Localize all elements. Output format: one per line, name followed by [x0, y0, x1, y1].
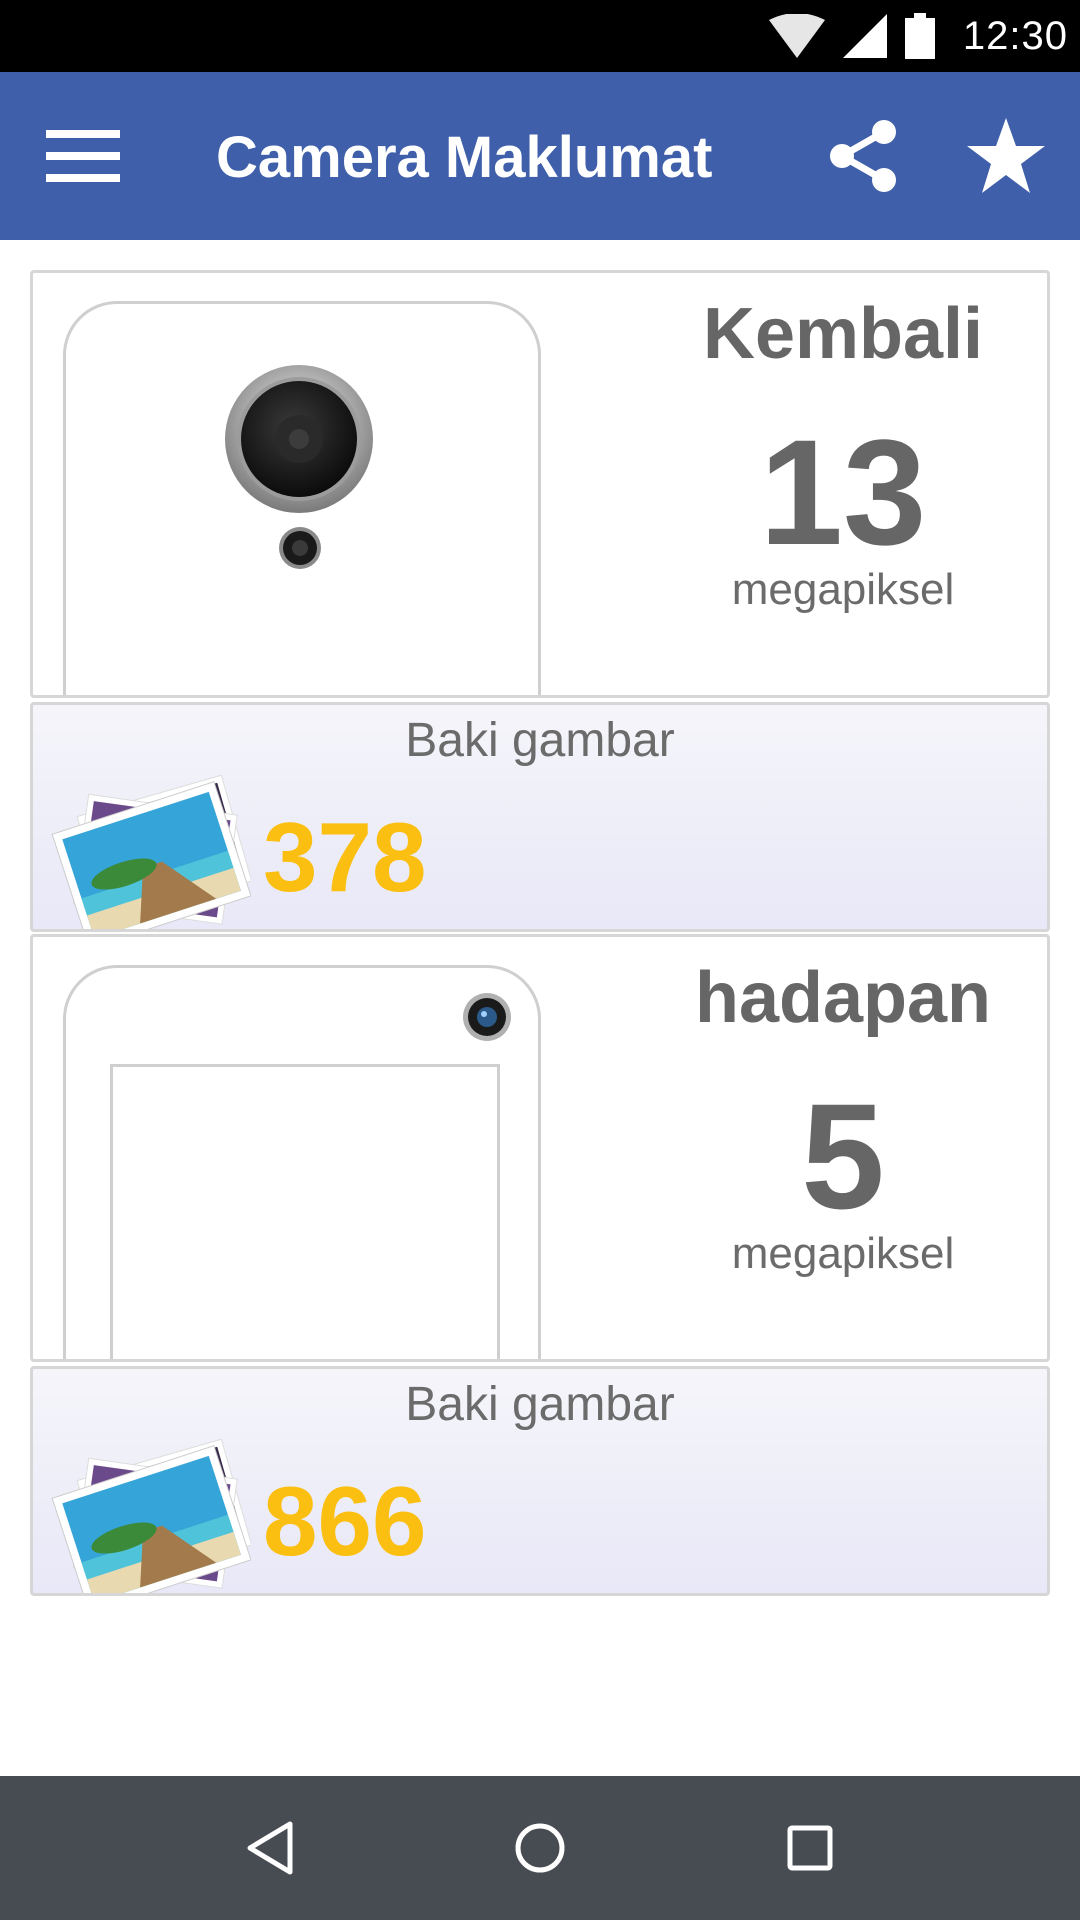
flash-icon	[279, 527, 321, 569]
rear-camera-card[interactable]: Kembali 13 megapiksel	[30, 270, 1050, 698]
photo-capacity-label: Baki gambar	[405, 714, 675, 767]
front-camera-card[interactable]: hadapan 5 megapiksel	[30, 934, 1050, 1362]
back-icon	[247, 1821, 293, 1875]
camera-label: Kembali	[702, 294, 984, 374]
recents-icon	[787, 1825, 833, 1871]
menu-icon	[46, 130, 120, 182]
battery-icon	[904, 13, 935, 59]
status-icons: 12:30	[768, 0, 1068, 72]
phone-screen-outline	[110, 1064, 500, 1359]
app-bar: Camera Maklumat	[0, 72, 1080, 240]
front-photo-capacity-card[interactable]: Baki gambar 866	[30, 1366, 1050, 1596]
favorite-button[interactable]	[966, 116, 1046, 196]
photo-capacity-count: 378	[263, 802, 427, 912]
front-camera-lens-icon	[463, 993, 511, 1041]
phone-front-illustration	[63, 965, 541, 1359]
megapixel-value: 13	[759, 408, 927, 576]
wifi-icon	[768, 14, 825, 58]
camera-label: hadapan	[694, 958, 992, 1038]
photo-capacity-count: 866	[263, 1466, 427, 1576]
star-icon	[967, 118, 1045, 193]
cell-signal-icon	[842, 14, 887, 58]
home-icon	[515, 1823, 565, 1873]
photos-stack-icon	[51, 774, 251, 929]
back-button[interactable]	[234, 1812, 306, 1884]
photo-capacity-label: Baki gambar	[405, 1378, 675, 1431]
menu-button[interactable]	[46, 130, 120, 182]
system-nav-bar	[0, 1776, 1080, 1920]
app-title: Camera Maklumat	[216, 125, 713, 190]
share-button[interactable]	[826, 118, 902, 194]
rear-photo-capacity-card[interactable]: Baki gambar 378	[30, 702, 1050, 932]
home-button[interactable]	[504, 1812, 576, 1884]
recents-button[interactable]	[774, 1812, 846, 1884]
photos-stack-icon	[51, 1438, 251, 1593]
rear-camera-lens-icon	[225, 365, 373, 513]
megapixel-unit: megapiksel	[731, 1229, 955, 1278]
share-icon	[830, 120, 896, 192]
megapixel-unit: megapiksel	[731, 565, 955, 614]
status-time: 12:30	[962, 13, 1068, 58]
megapixel-value: 5	[801, 1072, 885, 1240]
phone-back-illustration	[63, 301, 541, 695]
status-bar: 12:30	[0, 0, 1080, 72]
